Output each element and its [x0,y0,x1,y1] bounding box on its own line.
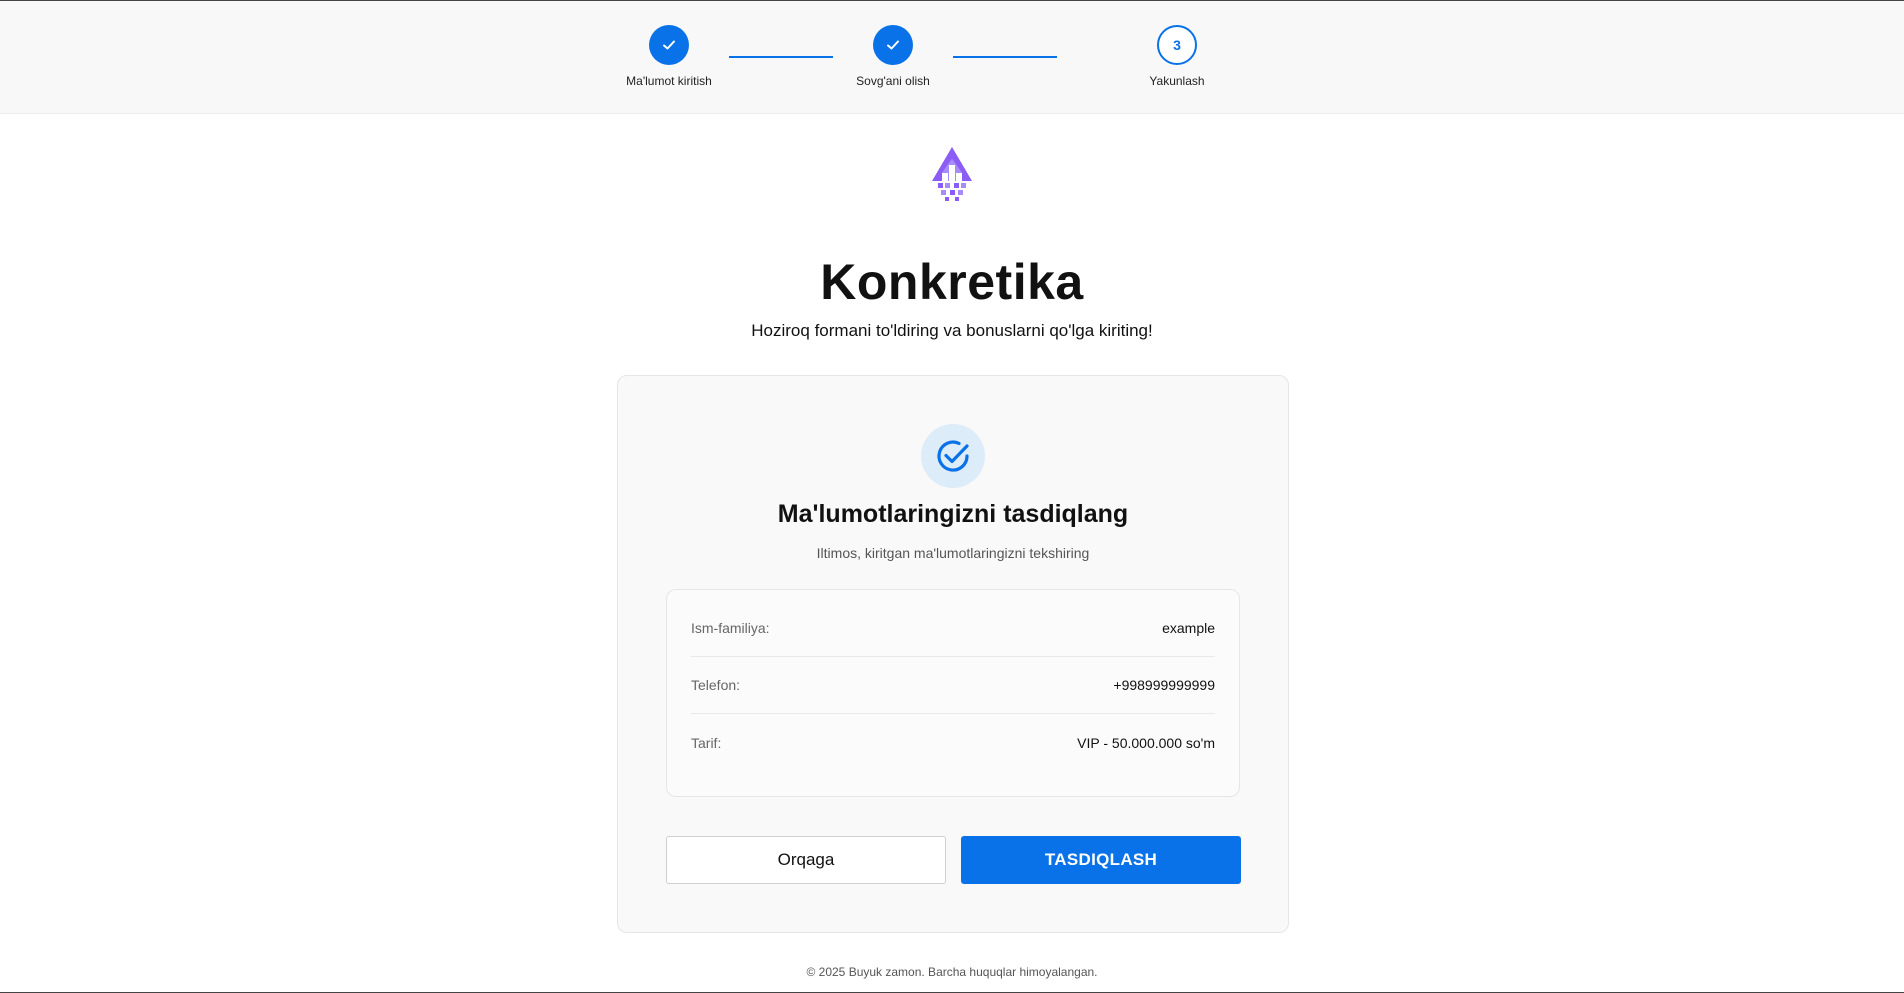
step-2-check-icon [873,25,913,65]
brand-subtitle: Hoziroq formani to'ldiring va bonuslarni… [751,321,1153,340]
summary-label: Tarif: [691,734,722,751]
step-2: Sovg'ani olish [823,25,963,88]
summary-label: Ism-familiya: [691,620,770,636]
summary-row-name: Ism-familiya: example [691,600,1215,657]
summary-list: Ism-familiya: example Telefon: +99899999… [666,589,1240,797]
summary-value: +998999999999 [1113,677,1215,693]
step-1: Ma'lumot kiritish [599,25,739,88]
step-connector-1 [729,56,833,58]
step-connector-2 [953,56,1057,58]
summary-value: example [1162,620,1215,636]
summary-row-phone: Telefon: +998999999999 [691,657,1215,714]
card-title: Ma'lumotlaringizni tasdiqlang [777,500,1129,528]
summary-row-tariff: Tarif: VIP - 50.000.000 so'm [691,714,1215,771]
step-3-label: Yakunlash [1149,74,1205,88]
step-3-number: 3 [1157,25,1197,65]
check-circle-icon [921,424,985,488]
rocket-arrow-logo-icon [928,143,976,203]
summary-label: Telefon: [691,677,741,693]
confirm-button[interactable]: TASDIQLASH [961,836,1241,884]
step-1-check-icon [649,25,689,65]
card-subtitle: Iltimos, kiritgan ma'lumotlaringizni tek… [816,545,1090,561]
brand-title: Konkretika [820,254,1084,310]
step-2-label: Sovg'ani olish [856,74,930,88]
summary-value: VIP - 50.000.000 so'm [1077,734,1215,751]
back-button[interactable]: Orqaga [666,836,946,884]
step-3: 3 Yakunlash [1107,25,1247,88]
page: Ma'lumot kiritish Sovg'ani olish 3 Yakun… [0,0,1904,993]
progress-stepper: Ma'lumot kiritish Sovg'ani olish 3 Yakun… [0,1,1904,114]
step-1-label: Ma'lumot kiritish [626,74,712,88]
footer-copyright: © 2025 Buyuk zamon. Barcha huquqlar himo… [806,965,1098,979]
confirmation-card: Ma'lumotlaringizni tasdiqlang Iltimos, k… [617,375,1289,933]
